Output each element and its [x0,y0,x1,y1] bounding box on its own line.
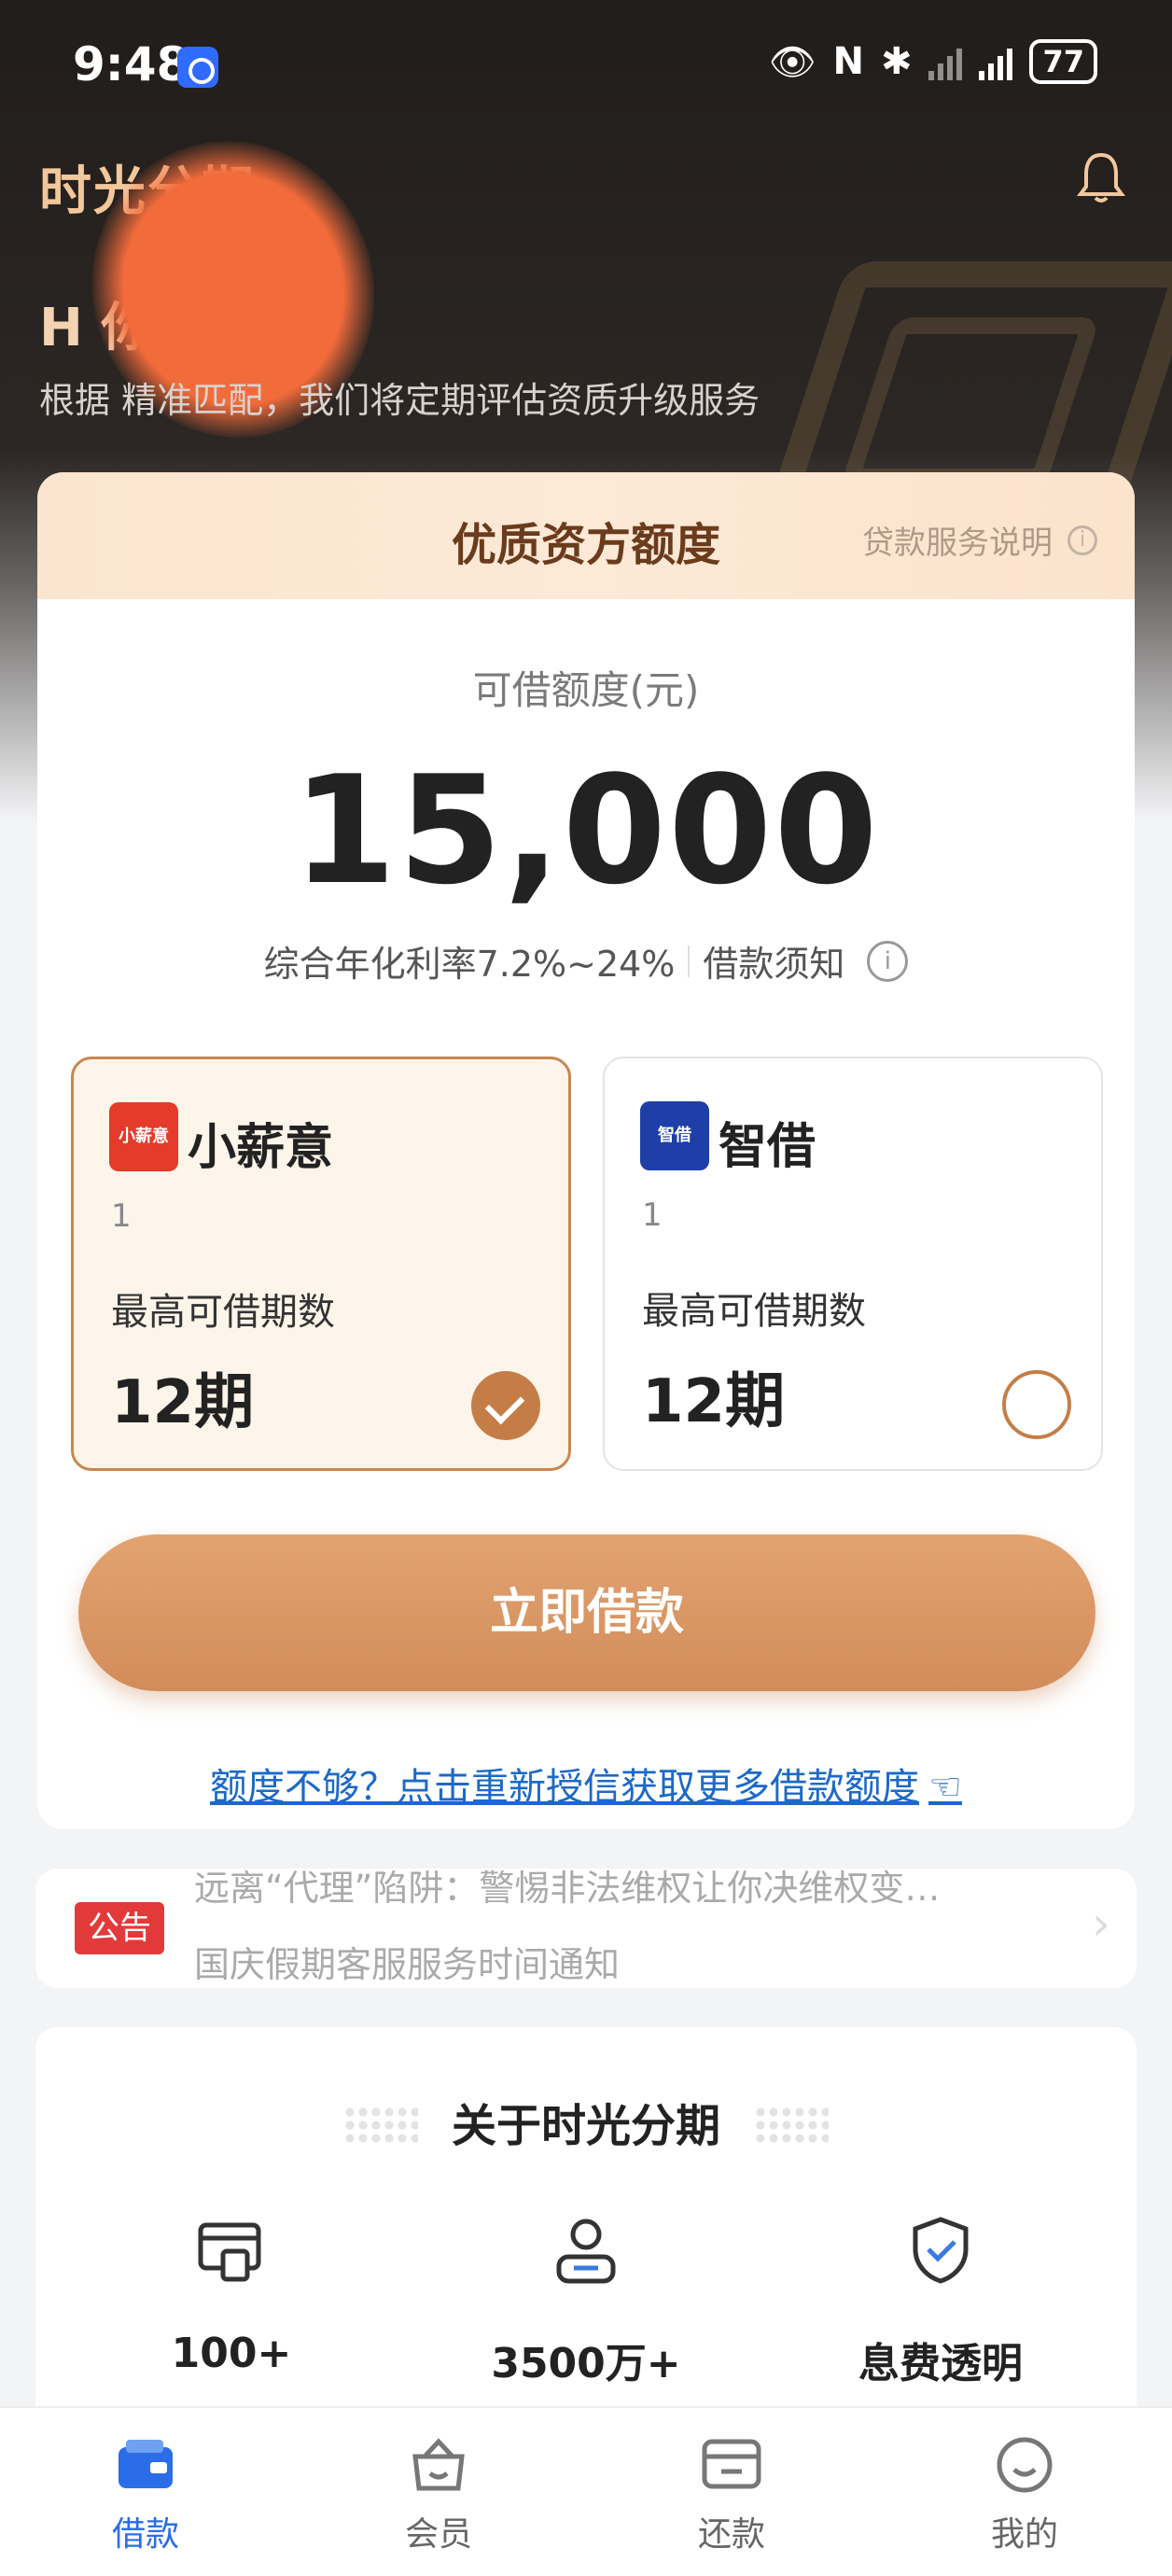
loan-card: 优质资方额度 贷款服务说明 i 可借额度(元) 15,000 综合年化利率7.2… [37,472,1135,1829]
announcement-bar[interactable]: 公告 远离“代理”陷阱：警惕非法维权让你决维权变… 国庆假期客服服务时间通知 › [35,1869,1137,1988]
bluetooth-icon: ✱ [880,40,913,83]
available-amount: 15,000 [292,743,880,917]
lender-name: 小薪意 [188,1120,334,1176]
card-icon [198,2222,261,2282]
more-credit-link-text: 额度不够？点击重新授信获取更多借款额度 [210,1766,920,1809]
bell-icon[interactable] [1075,149,1127,205]
decorative-dots [754,2106,829,2143]
nav-tab-borrow[interactable]: 借款 [52,2434,239,2555]
max-periods-label: 最高可借期数 [642,1290,866,1333]
announcement-line[interactable]: 远离“代理”陷阱：警惕非法维权让你决维权变… [194,1869,940,1911]
bottom-navigation: 借款 会员 还款 我的 [0,2406,1172,2576]
feature-item: 息费透明 [773,2214,1109,2389]
status-time: 9:48 [73,37,189,91]
eye-icon: 👁 [768,40,816,84]
wallet-icon [119,2440,173,2488]
max-periods-value: 12期 [111,1368,255,1437]
nav-label: 还款 [697,2515,765,2554]
zhijie-logo: 智借 [640,1101,709,1170]
nav-label: 会员 [404,2515,472,2554]
lender-small-text: 1 [642,1197,663,1234]
info-icon: i [1067,525,1097,555]
feature-value: 3500万+ [491,2340,681,2387]
announcement-line[interactable]: 国庆假期客服服务时间通知 [194,1936,620,1987]
borrow-now-button[interactable]: 立即借款 [78,1534,1095,1691]
lender-option-zhijie[interactable]: 智借 智借 1 最高可借期数 12期 [603,1057,1103,1471]
nfc-icon: N [832,40,864,83]
feature-item: 100+ [63,2214,399,2377]
feature-value: 100+ [171,2330,292,2377]
app-notification-icon [177,47,218,88]
lender-small-text: 1 [111,1197,132,1235]
status-icons: 👁 N ✱ 77 [769,39,1097,84]
card-header: 优质资方额度 贷款服务说明 i [37,472,1135,599]
hand-pointer-icon: ☜ [928,1766,962,1809]
member-basket-icon [412,2438,465,2491]
loan-notice-link[interactable]: 借款须知 [703,935,844,987]
user-icon [556,2219,616,2284]
nav-tab-member[interactable]: 会员 [345,2434,532,2555]
announcement-badge: 公告 [75,1902,164,1954]
divider [688,945,691,977]
signal-icon-1 [928,43,963,80]
nav-tab-repay[interactable]: 还款 [638,2434,825,2555]
info-icon[interactable]: i [867,940,909,982]
loan-service-help-label: 贷款服务说明 [862,525,1053,562]
amount-label: 可借额度(元) [472,667,700,713]
xiaoxinyi-logo: 小薪意 [109,1102,178,1171]
lender-option-xiaoxinyi[interactable]: 小薪意 小薪意 1 最高可借期数 12期 [71,1057,571,1471]
max-periods-label: 最高可借期数 [111,1291,335,1334]
rate-row: 综合年化利率7.2%~24% 借款须知 i [37,935,1135,987]
smile-face-icon [997,2437,1053,2493]
feature-value: 息费透明 [858,2340,1023,2387]
repay-card-icon [702,2439,761,2489]
unselected-radio-icon[interactable] [1002,1370,1071,1439]
more-credit-link[interactable]: 额度不够？点击重新授信获取更多借款额度 ☜ [37,1757,1135,1811]
battery-icon: 77 [1029,39,1097,84]
status-bar: 9:48 👁 N ✱ 77 [0,0,1172,131]
chevron-right-icon: › [1092,1897,1110,1951]
selected-check-icon[interactable] [471,1371,540,1440]
nav-label: 借款 [111,2515,179,2554]
feature-item: 3500万+ [418,2214,754,2389]
about-title: 关于时光分期 [451,2100,720,2152]
loan-service-help[interactable]: 贷款服务说明 i [862,517,1097,563]
nav-tab-mine[interactable]: 我的 [931,2434,1118,2555]
max-periods-value: 12期 [642,1367,786,1436]
signal-icon-2 [979,43,1013,80]
lender-name: 智借 [719,1119,816,1175]
shield-check-icon [913,2217,969,2284]
nav-label: 我的 [990,2515,1058,2554]
annual-rate: 综合年化利率7.2%~24% [263,944,676,985]
header-subtitle: 根据 精准匹配，我们将定期评估资质升级服务 [39,380,760,421]
